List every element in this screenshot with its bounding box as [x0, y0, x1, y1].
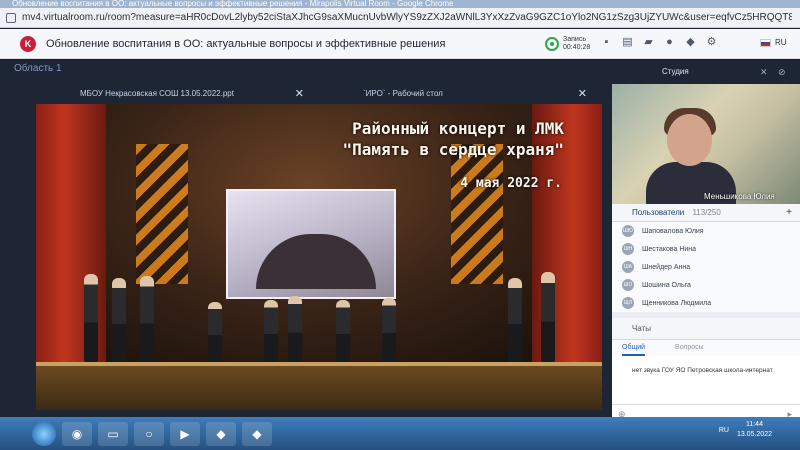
performer: [112, 278, 126, 362]
performer: [541, 272, 555, 362]
camera-off-icon[interactable]: ⊘: [778, 60, 786, 84]
chat-bubble-icon[interactable]: ▪: [600, 36, 613, 49]
taskbar: ◉ ▭ ○ ▶ ◆ ◆ RU 11:44 13.05.2022: [0, 417, 800, 450]
performer: [140, 276, 154, 362]
folder-taskbar-icon[interactable]: ▭: [98, 421, 128, 446]
browser-window-title: Обновление воспитания в ОО: актуальные в…: [0, 0, 800, 8]
user-avatar: ЩЛ: [622, 297, 634, 309]
address-bar[interactable]: mv4.virtualroom.ru/room?measure=aHR0cDov…: [0, 8, 800, 28]
url-text[interactable]: mv4.virtualroom.ru/room?measure=aHR0cDov…: [22, 12, 792, 23]
system-tray: RU 11:44 13.05.2022: [719, 420, 772, 440]
st-george-ribbon-left: [136, 144, 188, 284]
users-title: Пользователи: [632, 208, 685, 217]
app-header: K Обновление воспитания в ОО: актуальные…: [0, 29, 800, 59]
users-icon[interactable]: ◆: [684, 36, 697, 49]
user-name: Шошина Ольга: [642, 281, 691, 289]
performer: [382, 298, 396, 362]
user-list-item[interactable]: ША Шнейдер Анна: [612, 258, 800, 276]
language-label: RU: [775, 38, 787, 47]
document-icon[interactable]: ▤: [621, 36, 634, 49]
presentation-slide: Районный концерт и ЛМК "Память в сердце …: [36, 104, 602, 410]
user-list-item[interactable]: ШО Шошина Ольга: [612, 276, 800, 294]
performer: [208, 302, 222, 362]
clock[interactable]: 11:44 13.05.2022: [737, 420, 772, 440]
speaker-face: [667, 114, 712, 166]
header-toolbar: ▪ ▤ ▰ ● ◆ ⚙: [600, 36, 718, 49]
tab-questions[interactable]: Вопросы: [675, 340, 704, 356]
users-count: 113/250: [692, 208, 721, 217]
studio-label: Студия: [662, 67, 689, 76]
clock-time: 11:44: [745, 421, 763, 428]
users-header[interactable]: Пользователи 113/250 +: [612, 204, 800, 222]
performer: [288, 296, 302, 362]
tab-presentation-label: МБОУ Некрасовская СОШ 13.05.2022.ppt: [80, 89, 234, 98]
tab-desktop-label: `ИРО` - Рабочий стол: [363, 89, 443, 98]
chat-tabs: Общий Вопросы: [612, 340, 800, 356]
media-player-taskbar-icon[interactable]: ▶: [170, 421, 200, 446]
chrome-taskbar-icon[interactable]: ◉: [62, 421, 92, 446]
user-list-item[interactable]: ЩЛ Щенникова Людмила: [612, 294, 800, 312]
tab-presentation[interactable]: МБОУ Некрасовская СОШ 13.05.2022.ppt ✕: [35, 85, 318, 103]
slide-title: Районный концерт и ЛМК "Память в сердце …: [36, 118, 602, 160]
user-avatar: ША: [622, 261, 634, 273]
user-name: Шнейдер Анна: [642, 263, 691, 271]
tab-desktop[interactable]: `ИРО` - Рабочий стол ✕: [318, 85, 601, 103]
performer: [508, 278, 522, 362]
user-list-item[interactable]: ШН Шестакова Нина: [612, 240, 800, 258]
slide-title-line2: "Память в сердце храня": [342, 140, 564, 159]
user-name: Шаповалова Юлия: [642, 227, 704, 235]
record-status: Запись 00:40:28: [563, 36, 590, 52]
record-label: Запись: [563, 36, 586, 43]
record-time: 00:40:28: [563, 44, 591, 51]
record-icon[interactable]: [545, 37, 559, 51]
user-list-item[interactable]: ШЮ Шаповалова Юлия: [612, 222, 800, 240]
add-user-icon[interactable]: +: [786, 204, 792, 222]
performer: [264, 300, 278, 362]
slide-date: 4 мая 2022 г.: [460, 176, 562, 191]
language-switch[interactable]: RU: [760, 38, 787, 47]
app-logo[interactable]: K: [20, 35, 36, 52]
mic-off-icon[interactable]: ✕: [760, 60, 768, 84]
chat-title: Чаты: [632, 324, 652, 333]
clock-date: 13.05.2022: [736, 431, 772, 438]
app-taskbar-icon[interactable]: ◆: [242, 421, 272, 446]
chat-header[interactable]: Чаты: [612, 318, 800, 340]
performer: [336, 300, 350, 362]
st-george-ribbon-right: [451, 144, 503, 284]
meeting-title: Обновление воспитания в ОО: актуальные в…: [46, 37, 446, 50]
stage-floor: [36, 366, 602, 410]
studio-header: Студия ✕ ⊘: [612, 60, 800, 84]
close-icon[interactable]: ✕: [578, 85, 587, 103]
user-avatar: ШО: [622, 279, 634, 291]
slide-title-line1: Районный концерт и ЛМК: [352, 119, 564, 138]
tray-language[interactable]: RU: [719, 427, 729, 434]
area-label: Область 1: [14, 63, 62, 74]
user-name: Щенникова Людмила: [642, 299, 712, 307]
opera-taskbar-icon[interactable]: ○: [134, 421, 164, 446]
start-button[interactable]: [32, 421, 56, 446]
tab-general-chat[interactable]: Общий: [622, 340, 646, 356]
performer: [84, 274, 98, 362]
shared-windows: МБОУ Некрасовская СОШ 13.05.2022.ppt ✕ `…: [35, 85, 601, 103]
user-avatar: ШН: [622, 243, 634, 255]
speaker-name: Меньшикова Юлия: [704, 192, 775, 201]
lock-icon: [6, 12, 16, 23]
right-panel: Студия ✕ ⊘ Меньшикова Юлия Пользователи …: [612, 60, 800, 424]
chat-message: нет звука ГОУ ЯО Петровская школа-интерн…: [612, 356, 800, 404]
flag-ru-icon: [760, 38, 771, 47]
user-icon[interactable]: ●: [663, 36, 676, 49]
settings-icon[interactable]: ⚙: [705, 36, 718, 49]
user-name: Шестакова Нина: [642, 245, 697, 253]
folder-icon[interactable]: ▰: [642, 36, 655, 49]
user-avatar: ШЮ: [622, 225, 634, 237]
close-icon[interactable]: ✕: [295, 85, 304, 103]
app-taskbar-icon[interactable]: ◆: [206, 421, 236, 446]
speaker-video: Меньшикова Юлия: [612, 84, 800, 204]
